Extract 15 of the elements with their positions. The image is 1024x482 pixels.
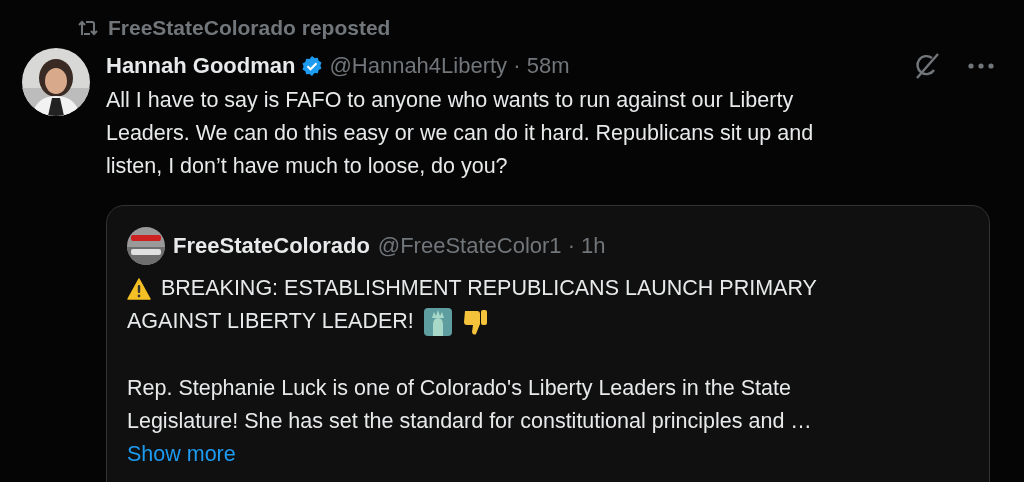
author-handle: @Hannah4Liberty · 58m: [329, 53, 571, 79]
repost-label: FreeStateColorado reposted: [108, 16, 391, 40]
warning-icon: [127, 277, 151, 300]
quoted-author-name: FreeStateColorado: [173, 233, 370, 259]
quoted-headline: AGAINST LIBERTY LEADER!: [127, 309, 414, 334]
author-name[interactable]: Hannah Goodman: [106, 53, 296, 79]
repost-icon: [78, 19, 98, 37]
statue-icon: [423, 307, 452, 336]
quoted-post[interactable]: [106, 205, 990, 482]
post-text: All I have to say is FAFO to anyone who wants to run against our Liberty Leaders. We can do this easy or we can do it hard. Republicans sit up and listen, I don’t have much to loose, do you?: [106, 87, 815, 180]
quoted-text: Rep. Stephanie Luck is one of Colorado's Liberty Leaders in the State Legislature! She has set the standard for constitutional principles and …: [127, 375, 813, 435]
show-more-link[interactable]: Show more: [127, 442, 236, 466]
quoted-headline: BREAKING: ESTABLISHMENT REPUBLICANS LAUNCH PRIMARY: [161, 276, 817, 301]
more-icon[interactable]: [968, 63, 994, 69]
quoted-author-handle: @FreeStateColor1 · 1h: [377, 233, 607, 259]
